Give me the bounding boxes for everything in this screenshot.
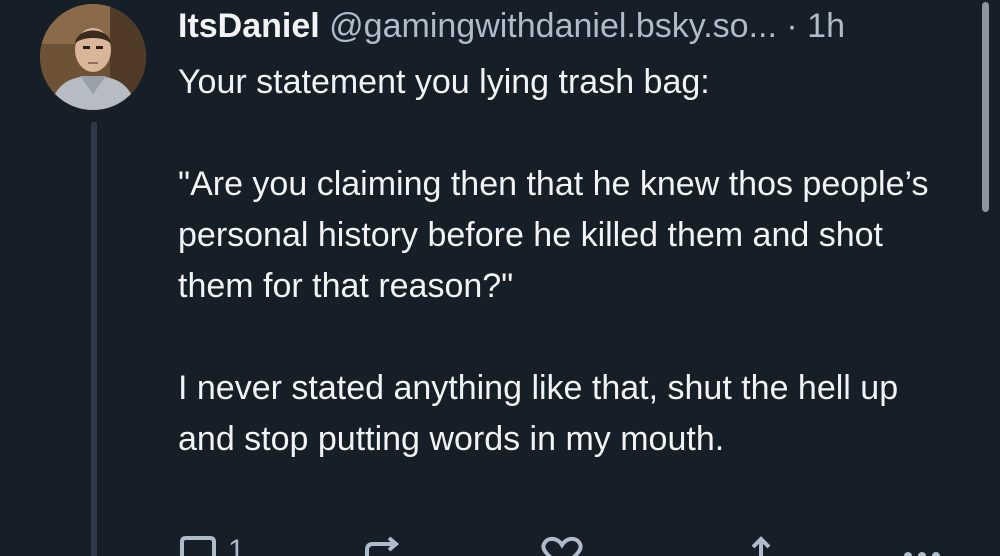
share-button[interactable]: [743, 536, 779, 556]
post-header: ItsDaniel @gamingwithdaniel.bsky.so... ·…: [178, 6, 845, 46]
post: ItsDaniel @gamingwithdaniel.bsky.so... ·…: [0, 0, 1000, 556]
timestamp[interactable]: 1h: [807, 7, 845, 45]
reply-button[interactable]: 1: [178, 536, 245, 556]
repost-button[interactable]: [363, 536, 403, 556]
separator-dot: ·: [786, 7, 798, 45]
share-icon: [751, 536, 771, 556]
reply-icon: [180, 536, 216, 556]
display-name[interactable]: ItsDaniel: [178, 7, 320, 45]
user-handle[interactable]: @gamingwithdaniel.bsky.so...: [329, 7, 777, 45]
post-paragraph: Your statement you lying trash bag:: [178, 63, 710, 101]
avatar-image: [40, 4, 146, 110]
more-icon: [904, 552, 940, 556]
like-button[interactable]: [540, 536, 584, 556]
thread-line: [91, 122, 97, 556]
post-actions: 1: [178, 536, 958, 556]
like-icon: [541, 536, 583, 556]
repost-icon: [365, 536, 400, 556]
avatar[interactable]: [40, 4, 146, 110]
reply-count: 1: [228, 534, 245, 556]
post-paragraph: I never stated anything like that, shut …: [178, 369, 899, 458]
post-text: Your statement you lying trash bag: "Are…: [178, 57, 958, 465]
more-options-button[interactable]: [900, 536, 944, 556]
scrollbar-thumb[interactable]: [982, 2, 989, 212]
post-paragraph: "Are you claiming then that he knew thos…: [178, 165, 929, 305]
